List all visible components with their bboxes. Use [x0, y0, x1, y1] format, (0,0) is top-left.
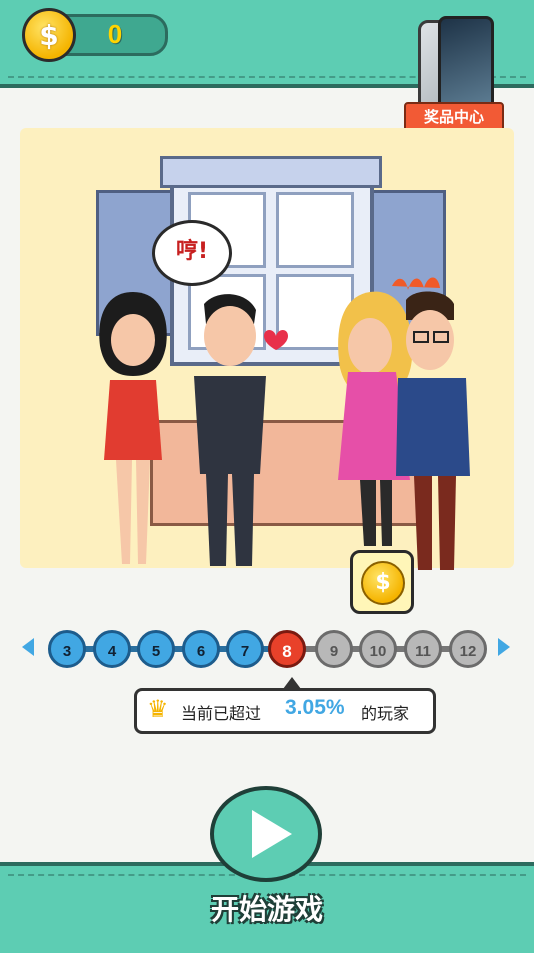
level-node[interactable]: 5 — [137, 630, 175, 668]
coin-count: 0 — [107, 19, 123, 49]
dollar-coin-icon: $ — [22, 8, 76, 62]
man-glasses — [392, 277, 470, 570]
levels-prev-arrow-icon[interactable] — [22, 638, 34, 656]
crown-icon: ♛ — [147, 695, 169, 723]
woman-red-dress — [99, 292, 167, 564]
levels-next-arrow-icon[interactable] — [498, 638, 510, 656]
level-node-locked: 12 — [449, 630, 487, 668]
rank-suffix: 的玩家 — [361, 704, 410, 723]
level-node[interactable]: 7 — [226, 630, 264, 668]
level-node-locked: 9 — [315, 630, 353, 668]
speech-bubble: 哼! — [152, 220, 232, 286]
play-button[interactable] — [210, 786, 322, 882]
level-node-locked: 10 — [359, 630, 397, 668]
coin-reward-button[interactable]: $ — [350, 550, 414, 614]
window-pane — [276, 192, 354, 268]
rank-percent: 3.05% — [285, 696, 345, 719]
rank-prefix: 当前已超过 — [181, 704, 262, 723]
play-icon — [252, 810, 292, 858]
level-node-locked: 11 — [404, 630, 442, 668]
phone-prize-front — [438, 16, 494, 112]
rank-tooltip: ♛ 当前已超过 3.05% 的玩家 — [134, 677, 436, 734]
start-game-label[interactable]: 开始游戏 — [0, 888, 534, 928]
level-node[interactable]: 3 — [48, 630, 86, 668]
window-top — [160, 156, 382, 188]
level-node[interactable]: 6 — [182, 630, 220, 668]
heart-icon — [264, 330, 288, 350]
prize-center-button[interactable]: 奖品中心 — [404, 16, 504, 132]
coin-reward-icon: $ — [361, 561, 405, 605]
level-node-current[interactable]: 8 — [268, 630, 306, 668]
level-node[interactable]: 4 — [93, 630, 131, 668]
level-track: 3 4 5 6 7 8 9 10 11 12 — [22, 628, 512, 670]
